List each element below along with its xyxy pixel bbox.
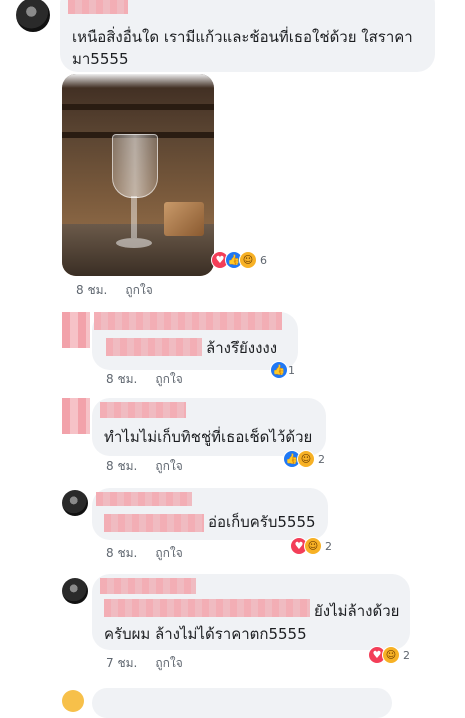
reaction-count: 1: [288, 363, 295, 377]
comment-time[interactable]: 8 ชม.: [106, 546, 137, 560]
comment-text-line: เหนือสิ่งอื่นใด เรามีแก้วและช้อนที่เธอใช…: [72, 28, 413, 46]
redacted-tag: [106, 338, 202, 356]
reaction-summary[interactable]: 👍 1: [270, 361, 295, 379]
like-link[interactable]: ถูกใจ: [155, 546, 182, 560]
glass-image: [112, 134, 158, 254]
commenter-avatar[interactable]: [16, 0, 50, 32]
redacted-tag: [104, 514, 204, 532]
reaction-summary[interactable]: ♥ ☺ 2: [290, 537, 332, 555]
reaction-count: 6: [260, 253, 267, 267]
comment-text-line: ครับผม ล้างไม่ได้ราคาตก5555: [104, 625, 307, 643]
commenter-avatar[interactable]: [62, 690, 84, 712]
haha-icon: ☺: [304, 537, 322, 555]
like-link[interactable]: ถูกใจ: [155, 656, 182, 670]
like-link[interactable]: ถูกใจ: [125, 283, 152, 297]
comment-text: ล้างรึยังงงง: [206, 339, 278, 357]
redacted-avatar: [62, 312, 90, 348]
redacted-name: [68, 0, 128, 14]
comment-text: อ่อเก็บครับ5555: [208, 513, 316, 531]
redacted-tag: [104, 599, 310, 617]
like-link[interactable]: ถูกใจ: [155, 459, 182, 473]
redacted-name: [100, 402, 186, 418]
comment-meta: 8 ชม. ถูกใจ: [106, 457, 201, 476]
haha-icon: ☺: [239, 251, 257, 269]
haha-icon: ☺: [297, 450, 315, 468]
commenter-avatar[interactable]: [62, 490, 88, 516]
comment-text: ทำไมไม่เก็บทิชชู่ที่เธอเช็ดไว้ด้วย: [104, 428, 313, 446]
comment-time[interactable]: 8 ชม.: [76, 283, 107, 297]
redacted-avatar: [62, 398, 90, 434]
reaction-count: 2: [318, 452, 325, 466]
comment-bubble-partial: [92, 688, 392, 718]
redacted-name: [100, 578, 196, 594]
comment-meta: 8 ชม. ถูกใจ: [106, 544, 201, 563]
comment-time[interactable]: 7 ชม.: [106, 656, 137, 670]
redacted-name: [96, 492, 192, 506]
comment-text-line: มา5555: [72, 50, 129, 68]
haha-icon: ☺: [382, 646, 400, 664]
comment-meta: 7 ชม. ถูกใจ: [106, 654, 201, 673]
comment-text-line: ยังไม่ล้างด้วย: [314, 602, 400, 620]
comment-time[interactable]: 8 ชม.: [106, 459, 137, 473]
like-icon: 👍: [270, 361, 288, 379]
reaction-count: 2: [403, 648, 410, 662]
reaction-count: 2: [325, 539, 332, 553]
reaction-summary[interactable]: ♥ 👍 ☺ 6: [211, 251, 267, 269]
like-link[interactable]: ถูกใจ: [155, 372, 182, 386]
comment-meta: 8 ชม. ถูกใจ: [76, 281, 171, 300]
comment-time[interactable]: 8 ชม.: [106, 372, 137, 386]
redacted-name: [94, 312, 282, 330]
reaction-summary[interactable]: 👍 ☺ 2: [283, 450, 325, 468]
comment-photo[interactable]: [62, 74, 214, 276]
commenter-avatar[interactable]: [62, 578, 88, 604]
comment-meta: 8 ชม. ถูกใจ: [106, 370, 201, 389]
reaction-summary[interactable]: ♥ ☺ 2: [368, 646, 410, 664]
